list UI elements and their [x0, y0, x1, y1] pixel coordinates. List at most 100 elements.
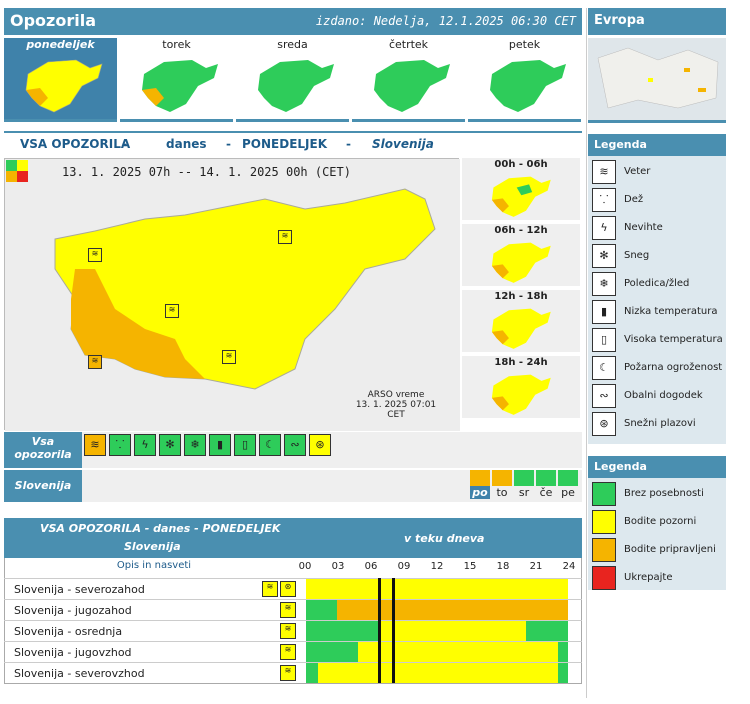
row-name: Slovenija - osrednja [14, 625, 123, 638]
thunderstorm-icon[interactable]: ϟ [134, 434, 156, 456]
timeline-bar-yellow [318, 663, 558, 683]
rain-icon: ⸪ [592, 188, 616, 212]
table-row[interactable]: Slovenija - severozahod ≋ ⊛ [4, 578, 582, 599]
wind-icon[interactable]: ≋ [280, 665, 296, 681]
day-short[interactable]: to [492, 486, 512, 499]
slovenia-map-thumb [491, 308, 551, 349]
low-temperature-icon[interactable]: ▮ [209, 434, 231, 456]
rain-icon[interactable]: ⸪ [109, 434, 131, 456]
avalanche-icon: ⊛ [592, 412, 616, 436]
wind-icon[interactable]: ≋ [280, 644, 296, 660]
arso-line2: 13. 1. 2025 07:01 CET [355, 400, 437, 420]
day-label: ponedeljek [26, 38, 95, 51]
legend-item: Bodite pozorni [624, 516, 697, 527]
wind-icon[interactable]: ≋ [280, 623, 296, 639]
day-color-sr [514, 470, 534, 486]
day-color-po [470, 470, 490, 486]
wind-icon[interactable]: ≋ [88, 248, 102, 262]
timeline-bar-green [306, 600, 337, 620]
section-day: PONEDELJEK [242, 137, 328, 151]
warn-grid-icon[interactable] [6, 160, 28, 182]
all-warnings-label: Vsa opozorila [4, 432, 82, 468]
fire-icon: ☾ [592, 356, 616, 380]
table-row[interactable]: Slovenija - jugovzhod ≋ [4, 641, 582, 662]
fire-icon[interactable]: ☾ [259, 434, 281, 456]
wind-icon[interactable]: ≋ [280, 602, 296, 618]
wind-icon[interactable]: ≋ [222, 350, 236, 364]
europe-map-thumb[interactable] [588, 38, 726, 123]
table-title: VSA OPOZORILA - danes - PONEDELJEK [40, 522, 281, 535]
slot-label: 12h - 18h [494, 291, 548, 302]
legend-warning-types: ≋ Veter ⸪ Dež ϟ Nevihte ✻ Sneg ❄ Poledica/žle… [588, 156, 726, 444]
header-bar: Opozorila izdano: Nedelja, 12.1.2025 06:… [4, 8, 582, 35]
legend-item: Veter [624, 166, 651, 177]
slovenia-map-thumb [25, 59, 103, 113]
hour-label: 03 [331, 561, 345, 572]
hour-label: 18 [496, 561, 510, 572]
high-temperature-icon[interactable]: ▯ [234, 434, 256, 456]
slovenia-map-thumb [142, 60, 218, 112]
timeline-bar-green [306, 621, 380, 641]
row-name: Slovenija - jugovzhod [14, 646, 132, 659]
table-row[interactable]: Slovenija - osrednja ≋ [4, 620, 582, 641]
slot-18-24[interactable]: 18h - 24h [462, 356, 580, 420]
slot-label: 00h - 06h [494, 159, 548, 170]
coastal-icon[interactable]: ∾ [284, 434, 306, 456]
day-short[interactable]: sr [514, 486, 534, 499]
page-title: Opozorila [10, 11, 97, 30]
slot-00-06[interactable]: 00h - 06h [462, 158, 580, 222]
tab-day-4[interactable]: petek [468, 38, 581, 122]
slovenia-map-thumb [491, 242, 551, 283]
day-short[interactable]: če [536, 486, 556, 499]
day-short[interactable]: po [470, 486, 490, 499]
slovenia-label: Slovenija [4, 470, 82, 502]
legend-item: Ukrepajte [624, 572, 673, 583]
europe-map [588, 38, 726, 120]
section-region: Slovenija [372, 137, 434, 151]
wind-icon[interactable]: ≋ [165, 304, 179, 318]
slovenia-map-thumb [490, 60, 566, 112]
tab-day-2[interactable]: sreda [236, 38, 349, 122]
wind-icon[interactable]: ≋ [88, 355, 102, 369]
wind-icon: ≋ [592, 160, 616, 184]
table-during: v teku dneva [404, 532, 485, 545]
legend-item: Obalni dogodek [624, 390, 703, 401]
warning-type-bar: ≋ ⸪ ϟ ✻ ❄ ▮ ▯ ☾ ∾ ⊛ [82, 432, 582, 468]
column-divider [586, 8, 587, 698]
slovenia-map-thumb [374, 60, 450, 112]
timeline-bar-green [306, 663, 318, 683]
table-row[interactable]: Slovenija - jugozahod ≋ [4, 599, 582, 620]
ice-icon: ❄ [592, 272, 616, 296]
day-short[interactable]: pe [558, 486, 578, 499]
legend-item: Nevihte [624, 222, 663, 233]
orange-swatch [592, 538, 616, 562]
wind-icon[interactable]: ≋ [278, 230, 292, 244]
current-time-marker [378, 578, 381, 683]
legend-item: Poledica/žled [624, 278, 690, 289]
timeline-bar-green [306, 642, 358, 662]
hour-label: 00 [298, 561, 312, 572]
europe-bar[interactable]: Evropa [588, 8, 726, 35]
tab-day-1[interactable]: torek [120, 38, 233, 122]
slot-12-18[interactable]: 12h - 18h [462, 290, 580, 354]
wind-icon[interactable]: ≋ [84, 434, 106, 456]
europe-label: Evropa [594, 13, 645, 28]
hour-label: 24 [562, 561, 576, 572]
tab-day-3[interactable]: četrtek [352, 38, 465, 122]
wind-icon[interactable]: ≋ [262, 581, 278, 597]
green-swatch [592, 482, 616, 506]
advice-link[interactable]: Opis in nasveti [4, 558, 304, 576]
slovenia-map-thumb [258, 60, 334, 112]
slot-label: 18h - 24h [494, 357, 548, 368]
day-color-ce [536, 470, 556, 486]
avalanche-icon[interactable]: ⊛ [309, 434, 331, 456]
hour-label: 09 [397, 561, 411, 572]
timeline-bar-green [526, 621, 568, 641]
ice-icon[interactable]: ❄ [184, 434, 206, 456]
table-row[interactable]: Slovenija - severovzhod ≋ [4, 662, 582, 683]
avalanche-icon[interactable]: ⊛ [280, 581, 296, 597]
legend-item: Požarna ogroženost [624, 362, 723, 373]
snow-icon[interactable]: ✻ [159, 434, 181, 456]
tab-day-0[interactable]: ponedeljek [4, 38, 117, 122]
slot-06-12[interactable]: 06h - 12h [462, 224, 580, 288]
